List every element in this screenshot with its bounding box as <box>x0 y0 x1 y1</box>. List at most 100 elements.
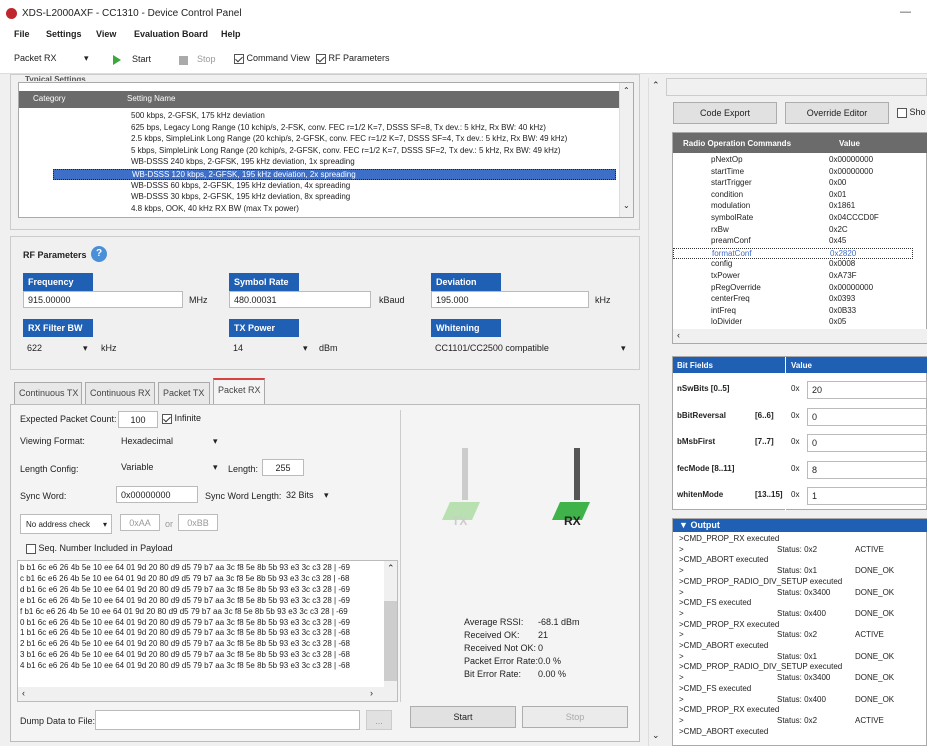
tab-packet-tx[interactable]: Packet TX <box>158 382 210 404</box>
chevron-up-icon[interactable]: ⌃ <box>387 563 395 574</box>
data-line: 3 b1 6c e6 26 4b 5e 10 ee 64 01 9d 20 80… <box>20 650 350 660</box>
address2-input[interactable]: 0xBB <box>178 514 218 531</box>
stop-button-bottom[interactable]: Stop <box>522 706 628 728</box>
output-header[interactable]: ▼ Output <box>673 519 927 532</box>
setting-row[interactable]: 625 bps, Legacy Long Range (10 kchip/s, … <box>131 123 546 134</box>
chevron-down-icon[interactable]: ⌄ <box>652 730 660 741</box>
output-line: > <box>679 544 684 554</box>
address-check-select[interactable]: No address check ▾ <box>20 514 112 534</box>
output-line: >CMD_ABORT executed <box>679 555 769 565</box>
data-hscroll[interactable]: ‹ › <box>18 687 397 701</box>
setting-row[interactable]: WB-DSSS 60 kbps, 2-GFSK, 195 kHz deviati… <box>131 181 350 192</box>
bit-field-input[interactable]: 20 <box>807 381 927 399</box>
tx-power-select[interactable]: 14 ▾ <box>233 343 308 353</box>
command-name: intFreq <box>711 305 736 315</box>
command-row[interactable]: pNextOp 0x00000000 <box>673 155 913 166</box>
data-vscroll[interactable]: ⌃ <box>384 561 397 687</box>
output-status: Status: 0x2 <box>777 715 818 725</box>
setting-row[interactable]: 4.8 kbps, OOK, 40 kHz RX BW (max Tx powe… <box>131 204 299 215</box>
command-row[interactable]: startTime 0x00000000 <box>673 167 913 178</box>
menu-settings[interactable]: Settings <box>46 29 82 39</box>
command-row[interactable]: loDivider 0x05 <box>673 317 913 328</box>
bit-field-prefix: 0x <box>791 384 800 393</box>
override-editor-button[interactable]: Override Editor <box>785 102 889 124</box>
rf-parameters-toggle[interactable]: RF Parameters <box>316 53 390 64</box>
packet-data-view[interactable]: b b1 6c e6 26 4b 5e 10 ee 64 01 9d 20 80… <box>17 560 398 702</box>
command-row[interactable]: rxBw 0x2C <box>673 225 913 236</box>
address1-input[interactable]: 0xAA <box>120 514 160 531</box>
deviation-input[interactable]: 195.000 <box>431 291 589 308</box>
command-name: loDivider <box>711 317 743 327</box>
command-row[interactable]: formatConf 0x2820 <box>673 247 913 259</box>
show-checkbox[interactable]: Sho <box>897 107 926 118</box>
menu-evaluation-board[interactable]: Evaluation Board <box>134 29 208 39</box>
command-row[interactable]: intFreq 0x0B33 <box>673 306 913 317</box>
bit-field-input[interactable]: 8 <box>807 460 927 479</box>
command-row[interactable]: modulation 0x1861 <box>673 201 913 212</box>
length-input[interactable]: 255 <box>262 459 304 476</box>
command-row[interactable]: config 0x0008 <box>673 259 913 270</box>
command-row[interactable]: symbolRate 0x04CCCD0F <box>673 213 913 224</box>
setting-row[interactable]: 5 kbps, SimpleLink Long Range (20 kchip/… <box>131 146 561 157</box>
rx-filter-bw-select[interactable]: 622 ▾ <box>27 343 88 353</box>
setting-row[interactable]: 500 kbps, 2-GFSK, 175 kHz deviation <box>131 111 265 122</box>
command-row[interactable]: condition 0x01 <box>673 190 913 201</box>
whitening-select[interactable]: CC1101/CC2500 compatible ▾ <box>435 343 631 353</box>
col-category[interactable]: Category <box>33 94 65 103</box>
setting-row[interactable]: 2.5 kbps, SimpleLink Long Range (20 kchi… <box>131 134 567 145</box>
menu-file[interactable]: File <box>14 29 30 39</box>
help-icon[interactable]: ? <box>91 246 107 262</box>
play-icon[interactable] <box>113 55 121 65</box>
col-setting-name[interactable]: Setting Name <box>127 94 175 103</box>
bit-field-input[interactable]: 0 <box>807 434 927 452</box>
bit-field-input[interactable]: 0 <box>807 407 927 426</box>
main-vscroll[interactable]: ⌃ ⌄ <box>648 78 662 746</box>
chevron-left-icon[interactable]: ‹ <box>677 330 680 340</box>
sync-word-input[interactable]: 0x00000000 <box>116 486 198 503</box>
command-row[interactable]: pRegOverride 0x00000000 <box>673 283 913 294</box>
symbol-rate-input[interactable]: 480.00031 <box>229 291 371 308</box>
command-row[interactable]: centerFreq 0x0393 <box>673 294 913 305</box>
menu-help[interactable]: Help <box>221 29 241 39</box>
code-export-button[interactable]: Code Export <box>673 102 777 124</box>
frequency-label: Frequency <box>23 273 93 291</box>
command-value: 0x0008 <box>829 259 856 269</box>
stop-button[interactable]: Stop <box>197 54 216 64</box>
frequency-input[interactable]: 915.00000 <box>23 291 183 308</box>
chevron-down-icon[interactable]: ⌄ <box>623 201 630 210</box>
setting-row[interactable]: WB-DSSS 240 kbps, 2-GFSK, 195 kHz deviat… <box>131 157 355 168</box>
chevron-left-icon[interactable]: ‹ <box>22 688 25 698</box>
dump-file-input[interactable] <box>95 710 360 730</box>
command-row[interactable]: preamConf 0x45 <box>673 236 913 247</box>
setting-row[interactable]: WB-DSSS 120 kbps, 2-GFSK, 195 kHz deviat… <box>53 169 616 180</box>
chevron-up-icon[interactable]: ⌃ <box>623 86 630 95</box>
start-button-bottom[interactable]: Start <box>410 706 516 728</box>
tab-continuous-rx[interactable]: Continuous RX <box>85 382 155 404</box>
start-button[interactable]: Start <box>132 54 151 64</box>
settings-list[interactable]: Category Setting Name 500 kbps, 2-GFSK, … <box>18 82 634 218</box>
data-vscroll-thumb[interactable] <box>384 601 397 681</box>
minimize-button[interactable]: — <box>900 6 911 18</box>
chevron-right-icon[interactable]: › <box>370 688 373 698</box>
output-panel: ▼ Output >CMD_PROP_RX executed > Status: 0… <box>672 518 927 746</box>
seq-number-checkbox[interactable]: Seq. Number Included in Payload <box>26 543 173 554</box>
expected-count-input[interactable]: 100 <box>118 411 158 428</box>
infinite-checkbox[interactable]: Infinite <box>162 413 201 424</box>
tab-packet-rx[interactable]: Packet RX <box>213 378 265 404</box>
mode-select[interactable]: Packet RX ▾ <box>14 53 94 63</box>
chevron-down-icon: ▾ <box>83 343 88 353</box>
command-hscroll[interactable]: ‹ <box>673 329 927 343</box>
command-row[interactable]: txPower 0xA73F <box>673 271 913 282</box>
setting-row[interactable]: WB-DSSS 30 kbps, 2-GFSK, 195 kHz deviati… <box>131 192 350 203</box>
bit-field-input[interactable]: 1 <box>807 487 927 505</box>
browse-button[interactable]: ... <box>366 710 392 730</box>
viewing-format-select[interactable]: Hexadecimal ▾ <box>121 436 221 446</box>
command-row[interactable]: startTrigger 0x00 <box>673 178 913 189</box>
menu-view[interactable]: View <box>96 29 116 39</box>
length-config-select[interactable]: Variable ▾ <box>121 462 221 472</box>
settings-scrollbar[interactable]: ⌃ ⌄ <box>619 83 633 217</box>
command-view-toggle[interactable]: Command View <box>234 53 310 64</box>
sync-word-length-select[interactable]: 32 Bits ▾ <box>286 490 336 500</box>
tab-continuous-tx[interactable]: Continuous TX <box>14 382 82 404</box>
chevron-up-icon[interactable]: ⌃ <box>652 80 660 91</box>
